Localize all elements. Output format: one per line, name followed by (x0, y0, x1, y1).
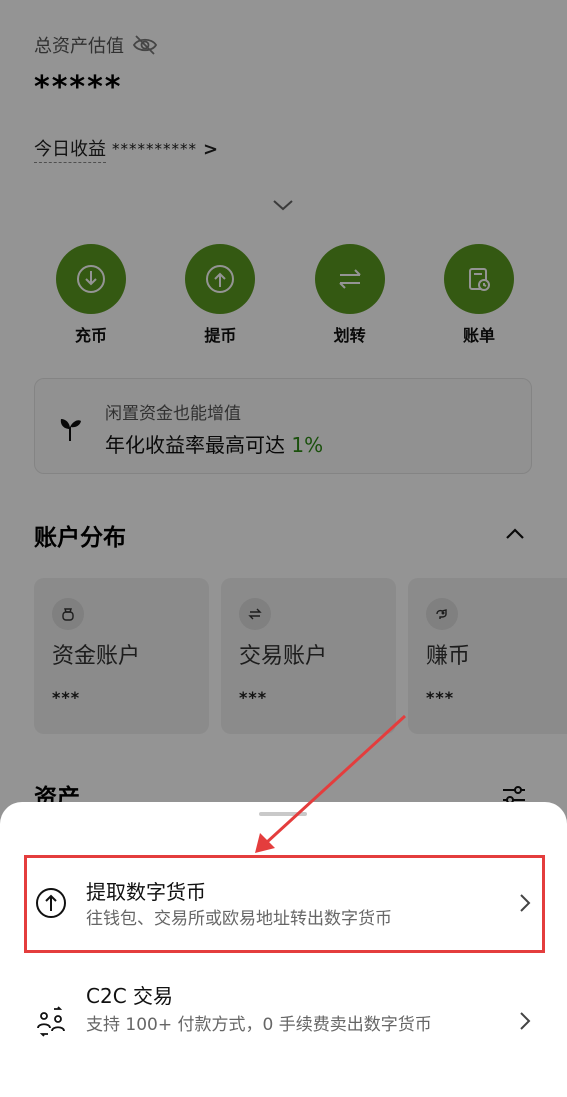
c2c-users-icon (37, 1006, 65, 1037)
chevron-right-icon (520, 1012, 531, 1030)
sheet-drag-handle[interactable] (259, 812, 307, 816)
c2c-trade-desc: 支持 100+ 付款方式，0 手续费卖出数字货币 (86, 1015, 432, 1035)
withdraw-options-sheet: 提取数字货币 往钱包、交易所或欧易地址转出数字货币 C2C 交易 支持 100+… (0, 802, 567, 1097)
withdraw-crypto-title: 提取数字货币 (86, 880, 206, 904)
withdraw-crypto-option[interactable]: 提取数字货币 往钱包、交易所或欧易地址转出数字货币 (0, 854, 567, 954)
chevron-right-icon (520, 894, 531, 912)
c2c-trade-title: C2C 交易 (86, 984, 174, 1008)
c2c-trade-option[interactable]: C2C 交易 支持 100+ 付款方式，0 手续费卖出数字货币 (0, 972, 567, 1082)
withdraw-circle-icon (36, 888, 66, 918)
withdraw-crypto-desc: 往钱包、交易所或欧易地址转出数字货币 (86, 909, 392, 929)
